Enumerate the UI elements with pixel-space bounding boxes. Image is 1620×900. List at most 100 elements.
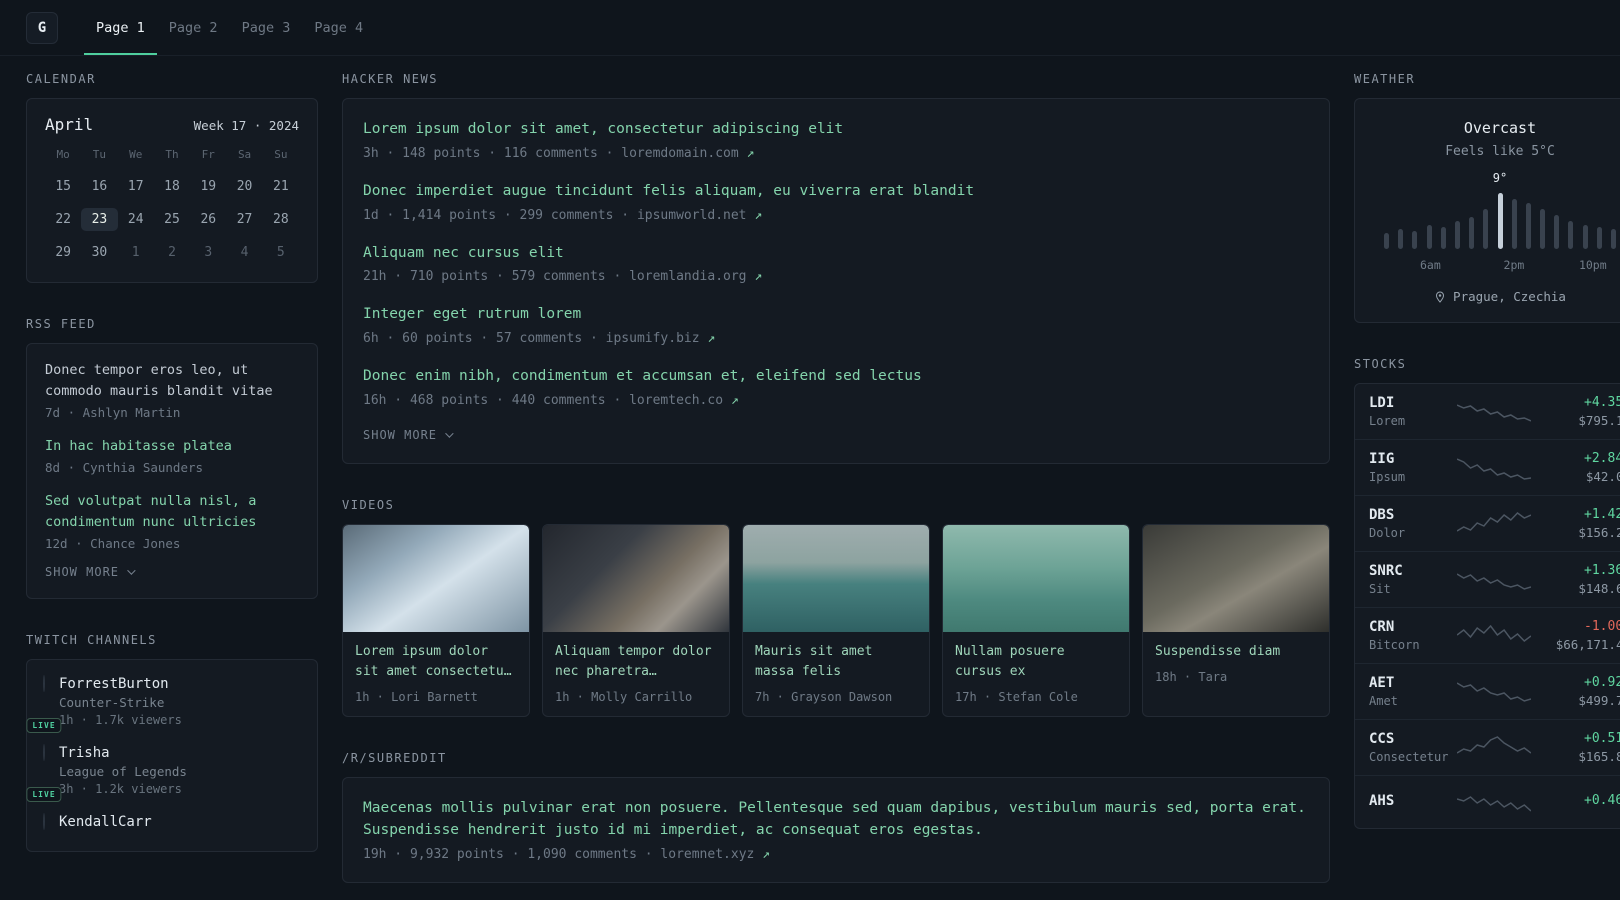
stock-price: $42.04 [1585,469,1620,484]
hn-item-link[interactable]: Donec imperdiet augue tincidunt felis al… [363,181,1309,203]
weather-time-axis: 6am 2pm 10pm [1384,258,1616,273]
video-card[interactable]: Nullam posuere cursus ex 17h · Stefan Co… [942,523,1130,718]
calendar-widget: CALENDAR April Week 17 · 2024 Mo Tu We Th Fr… [26,72,318,283]
calendar-day: 18 [164,179,180,194]
stock-sparkline [1457,735,1531,754]
stock-symbol: CRN [1369,619,1395,635]
rss-item-link[interactable]: Donec tempor eros leo, ut commodo mauris… [45,360,299,402]
stock-row[interactable]: CCS Consectetur +0.51% $165.84 [1355,719,1620,775]
channel-game: League of Legends [59,763,187,779]
hn-item-meta: 16h · 468 points · 440 comments · loremt… [363,393,1309,408]
rss-item: In hac habitasse platea 8d · Cynthia Sau… [45,436,299,475]
hn-item-meta: 1d · 1,414 points · 299 comments · ipsum… [363,208,1309,223]
weather-time-label: 2pm [1503,258,1525,272]
stock-row[interactable]: CRN Bitcorn -1.00% $66,171.48 [1355,607,1620,663]
weather-bar [1525,203,1531,249]
hn-domain-link[interactable]: loremtech.co ↗ [629,393,739,408]
stock-row[interactable]: AET Amet +0.92% $499.72 [1355,663,1620,719]
rss-show-more-button[interactable]: SHOW MORE [45,565,136,579]
calendar-weekday: Sa [237,148,252,161]
stock-sparkline [1457,572,1531,590]
calendar-day: 2 [168,245,176,260]
hn-domain-link[interactable]: loremdomain.com ↗ [621,146,754,161]
external-link-icon: ↗ [730,392,739,408]
hn-item-link[interactable]: Integer eget rutrum lorem [363,304,1309,326]
weather-bar [1469,217,1475,249]
stock-sparkline [1457,681,1531,702]
rss-widget-title: RSS FEED [26,317,96,331]
channel-meta: 3h · 1.2k viewers [59,781,182,796]
calendar-day: 29 [55,245,71,260]
stock-change: +1.42% [1584,507,1620,522]
hn-show-more-button[interactable]: SHOW MORE [363,428,454,442]
video-card[interactable]: Suspendisse diam 18h · Tara [1142,523,1330,718]
weather-bar-wrap [1596,189,1602,249]
calendar-weekday: Mo [56,148,70,161]
twitch-channel-row[interactable]: KendallCarr [43,812,301,833]
calendar-weekday: Th [165,148,179,161]
twitch-channel-row[interactable]: LIVE Trisha League of Legends 3h · 1.2k … [26,743,301,802]
tab-page-3[interactable]: Page 3 [230,2,303,55]
twitch-channel-row[interactable]: LIVE ForrestBurton Counter-Strike 1h · 1… [26,674,301,733]
calendar-day: 28 [273,212,289,227]
weather-temp-label: 9° [1492,171,1508,185]
chevron-down-icon [127,565,136,575]
subreddit-domain-link[interactable]: loremnet.xyz ↗ [660,847,770,862]
weather-bar-wrap [1469,189,1475,249]
calendar-day: 5 [276,245,285,260]
calendar-day: 17 [127,179,144,194]
app-logo[interactable]: G [26,11,58,44]
hn-domain-link[interactable]: loremlandia.org ↗ [629,269,762,284]
video-title: Aliquam tempor dolor nec pharetra… [555,643,712,679]
weather-bar [1568,221,1574,249]
stock-name: Consectetur [1369,750,1449,764]
hn-item-link[interactable]: Donec enim nibh, condimentum et accumsan… [363,366,1309,388]
hn-domain: ipsumify.biz [605,331,700,346]
channel-avatar [43,743,45,761]
video-card[interactable]: Aliquam tempor dolor nec pharetra… 1h · … [542,523,730,718]
weather-bar-wrap [1384,189,1389,249]
hn-item: Integer eget rutrum lorem 6h · 60 points… [363,304,1309,346]
rss-item-meta: 8d · Cynthia Saunders [45,459,204,475]
hn-domain-link[interactable]: ipsumify.biz ↗ [606,331,716,346]
tab-page-2[interactable]: Page 2 [157,2,230,55]
hn-item: Donec imperdiet augue tincidunt felis al… [363,181,1309,223]
location-pin-icon [1436,290,1445,303]
stock-change: -1.00% [1584,619,1620,634]
calendar-day: 16 [91,179,108,194]
video-thumbnail [543,524,729,632]
stock-row[interactable]: LDI Lorem +4.35% $795.18 [1355,384,1620,439]
tab-page-1[interactable]: Page 1 [84,2,157,55]
stock-row[interactable]: IIG Ipsum +2.84% $42.04 [1355,439,1620,495]
stock-row[interactable]: SNRC Sit +1.36% $148.64 [1355,551,1620,607]
right-column: WEATHER Overcast Feels like 5°C 9° 6am 2p… [1354,72,1620,829]
video-card[interactable]: Mauris sit amet massa felis 7h · Grayson… [742,523,930,718]
stock-row[interactable]: AHS +0.46% [1355,775,1620,828]
hn-domain-link[interactable]: ipsumworld.net ↗ [637,208,762,223]
subreddit-post-meta: 19h · 9,932 points · 1,090 comments · lo… [363,847,1309,862]
weather-bar [1440,227,1446,249]
weather-bar-wrap [1440,189,1446,249]
stock-symbol: DBS [1369,507,1395,523]
subreddit-post-link[interactable]: Maecenas mollis pulvinar erat non posuer… [363,798,1309,842]
calendar-box: April Week 17 · 2024 Mo Tu We Th Fr Sa Su 15 16… [26,98,318,283]
weather-bar [1611,229,1616,249]
calendar-day: 27 [236,212,253,227]
rss-item-link[interactable]: In hac habitasse platea [45,436,299,457]
tab-page-4[interactable]: Page 4 [302,2,375,55]
subreddit-box: Maecenas mollis pulvinar erat non posuer… [342,777,1330,883]
weather-bar-wrap: 9° [1493,171,1507,249]
stock-sparkline [1457,403,1531,422]
weather-chart: 9° 6am 2pm 10pm [1384,171,1616,273]
weather-bar [1540,209,1546,249]
subreddit-widget-title: /R/SUBREDDIT [342,751,447,766]
weather-bar-wrap [1540,189,1546,249]
hn-item-link[interactable]: Lorem ipsum dolor sit amet, consectetur … [363,119,1309,141]
rss-widget: RSS FEED Donec tempor eros leo, ut commo… [26,317,318,599]
rss-item-link[interactable]: Sed volutpat nulla nisl, a condimentum n… [45,491,299,533]
weather-bar [1454,221,1460,249]
hn-item-link[interactable]: Aliquam nec cursus elit [363,243,1309,265]
video-card[interactable]: Lorem ipsum dolor sit amet consectetu… 1… [342,523,530,718]
hackernews-widget: HACKER NEWS Lorem ipsum dolor sit amet, … [342,72,1330,464]
stock-row[interactable]: DBS Dolor +1.42% $156.28 [1355,495,1620,551]
